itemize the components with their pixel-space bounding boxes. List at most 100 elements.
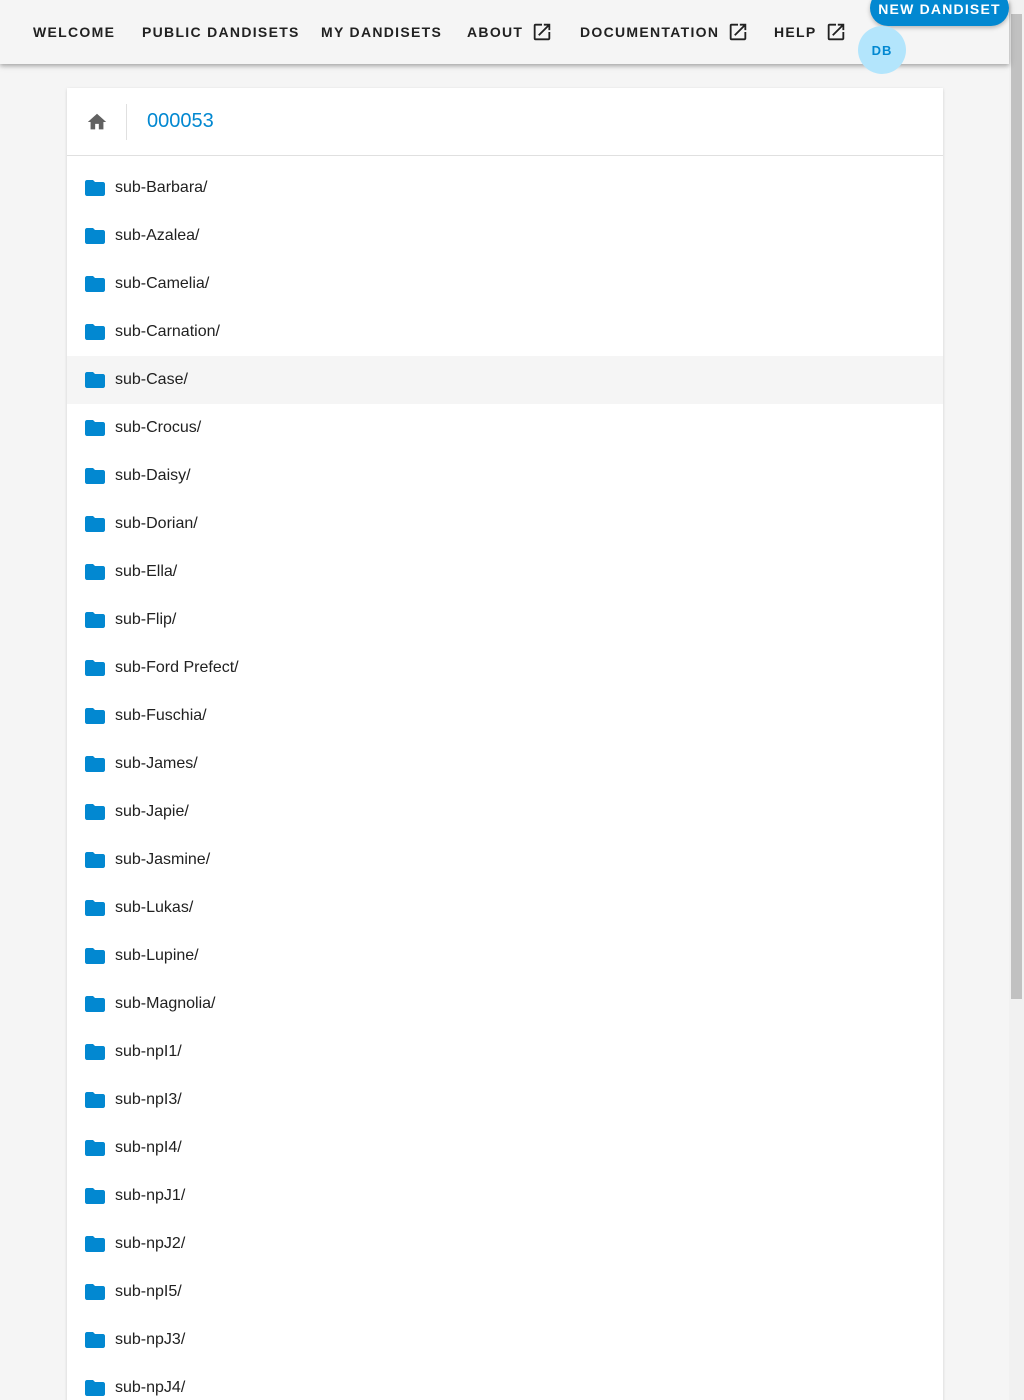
folder-icon (85, 372, 105, 388)
folder-name: sub-npJ1/ (115, 1187, 186, 1204)
nav-documentation-label: DOCUMENTATION (580, 24, 720, 40)
folder-row[interactable]: sub-Jasmine/ (67, 836, 943, 884)
nav-help[interactable]: HELP (774, 22, 847, 42)
folder-name: sub-npI1/ (115, 1043, 182, 1060)
folder-icon (85, 948, 105, 964)
open-in-new-icon (730, 23, 747, 41)
folder-row[interactable]: sub-Magnolia/ (67, 980, 943, 1028)
folder-row[interactable]: sub-Azalea/ (67, 212, 943, 260)
folder-icon (85, 1092, 105, 1108)
open-in-new-icon (827, 23, 844, 41)
nav-my-dandisets-label: MY DANDISETS (321, 24, 443, 40)
folder-row[interactable]: sub-npJ2/ (67, 1220, 943, 1268)
folder-row[interactable]: sub-Case/ (67, 356, 943, 404)
folder-icon (85, 612, 105, 628)
folder-row[interactable]: sub-Flip/ (67, 596, 943, 644)
folder-name: sub-Dorian/ (115, 515, 198, 532)
folder-name: sub-npJ2/ (115, 1235, 186, 1252)
folder-row[interactable]: sub-npI4/ (67, 1124, 943, 1172)
folder-icon (85, 708, 105, 724)
folder-list: sub-Barbara/sub-Azalea/sub-Camelia/sub-C… (67, 156, 943, 1400)
nav-help-label: HELP (774, 24, 817, 40)
folder-icon (85, 1044, 105, 1060)
folder-name: sub-Ella/ (115, 563, 178, 580)
new-dandiset-label: NEW DANDISET (878, 1, 1001, 17)
folder-name: sub-npJ3/ (115, 1331, 186, 1348)
folder-name: sub-npI5/ (115, 1283, 182, 1300)
folder-name: sub-Carnation/ (115, 323, 220, 340)
home-icon (87, 113, 106, 129)
folder-icon (85, 516, 105, 532)
folder-row[interactable]: sub-Fuschia/ (67, 692, 943, 740)
folder-row[interactable]: sub-npJ4/ (67, 1364, 943, 1400)
nav-about-label: ABOUT (467, 24, 524, 40)
folder-row[interactable]: sub-npI5/ (67, 1268, 943, 1316)
folder-icon (85, 420, 105, 436)
new-dandiset-button[interactable]: NEW DANDISET (870, 0, 1009, 26)
folder-name: sub-Flip/ (115, 611, 177, 628)
nav-my-dandisets[interactable]: MY DANDISETS (321, 22, 442, 42)
folder-name: sub-Japie/ (115, 803, 189, 820)
user-avatar[interactable]: DB (858, 26, 906, 74)
nav-about[interactable]: ABOUT (467, 22, 553, 42)
breadcrumb: 000053 (67, 88, 943, 156)
folder-row[interactable]: sub-Dorian/ (67, 500, 943, 548)
folder-name: sub-Daisy/ (115, 467, 191, 484)
folder-icon (85, 564, 105, 580)
folder-row[interactable]: sub-James/ (67, 740, 943, 788)
folder-row[interactable]: sub-npI3/ (67, 1076, 943, 1124)
avatar-initials: DB (871, 42, 893, 58)
nav-public-dandisets-label: PUBLIC DANDISETS (142, 24, 300, 40)
folder-name: sub-Jasmine/ (115, 851, 211, 868)
folder-name: sub-Case/ (115, 371, 188, 388)
folder-icon (85, 1284, 105, 1300)
folder-icon (85, 1140, 105, 1156)
folder-row[interactable]: sub-Ford Prefect/ (67, 644, 943, 692)
folder-row[interactable]: sub-Carnation/ (67, 308, 943, 356)
folder-row[interactable]: sub-Daisy/ (67, 452, 943, 500)
folder-name: sub-Lupine/ (115, 947, 199, 964)
folder-name: sub-James/ (115, 755, 198, 772)
folder-icon (85, 180, 105, 196)
folder-name: sub-Magnolia/ (115, 995, 216, 1012)
app-bar: WELCOME PUBLIC DANDISETS MY DANDISETS AB… (0, 0, 1009, 74)
folder-name: sub-Lukas/ (115, 899, 194, 916)
folder-icon (85, 900, 105, 916)
folder-name: sub-Ford Prefect/ (115, 659, 239, 676)
folder-row[interactable]: sub-Lukas/ (67, 884, 943, 932)
folder-row[interactable]: sub-Ella/ (67, 548, 943, 596)
folder-icon (85, 1380, 105, 1396)
scrollbar[interactable] (1009, 0, 1024, 1400)
nav-welcome-label: WELCOME (33, 24, 116, 40)
folder-icon (85, 804, 105, 820)
scrollbar-thumb[interactable] (1011, 14, 1022, 999)
folder-name: sub-Barbara/ (115, 179, 208, 196)
folder-row[interactable]: sub-Crocus/ (67, 404, 943, 452)
folder-row[interactable]: sub-Camelia/ (67, 260, 943, 308)
nav-public-dandisets[interactable]: PUBLIC DANDISETS (142, 22, 300, 42)
folder-icon (85, 1236, 105, 1252)
home-button[interactable] (67, 103, 127, 140)
breadcrumb-dandiset-id[interactable]: 000053 (147, 110, 214, 133)
folder-icon (85, 1332, 105, 1348)
folder-row[interactable]: sub-Barbara/ (67, 164, 943, 212)
folder-name: sub-Crocus/ (115, 419, 202, 436)
folder-icon (85, 1188, 105, 1204)
nav-welcome[interactable]: WELCOME (33, 22, 115, 42)
folder-row[interactable]: sub-npI1/ (67, 1028, 943, 1076)
open-in-new-icon (534, 23, 551, 41)
folder-row[interactable]: sub-Japie/ (67, 788, 943, 836)
folder-icon (85, 276, 105, 292)
folder-row[interactable]: sub-npJ3/ (67, 1316, 943, 1364)
folder-icon (85, 996, 105, 1012)
folder-name: sub-Fuschia/ (115, 707, 207, 724)
folder-row[interactable]: sub-npJ1/ (67, 1172, 943, 1220)
folder-name: sub-Camelia/ (115, 275, 210, 292)
folder-icon (85, 228, 105, 244)
folder-name: sub-npJ4/ (115, 1379, 186, 1396)
nav-documentation[interactable]: DOCUMENTATION (580, 22, 749, 42)
file-browser-card: 000053 sub-Barbara/sub-Azalea/sub-Cameli… (67, 88, 943, 1400)
folder-icon (85, 468, 105, 484)
folder-name: sub-Azalea/ (115, 227, 200, 244)
folder-row[interactable]: sub-Lupine/ (67, 932, 943, 980)
